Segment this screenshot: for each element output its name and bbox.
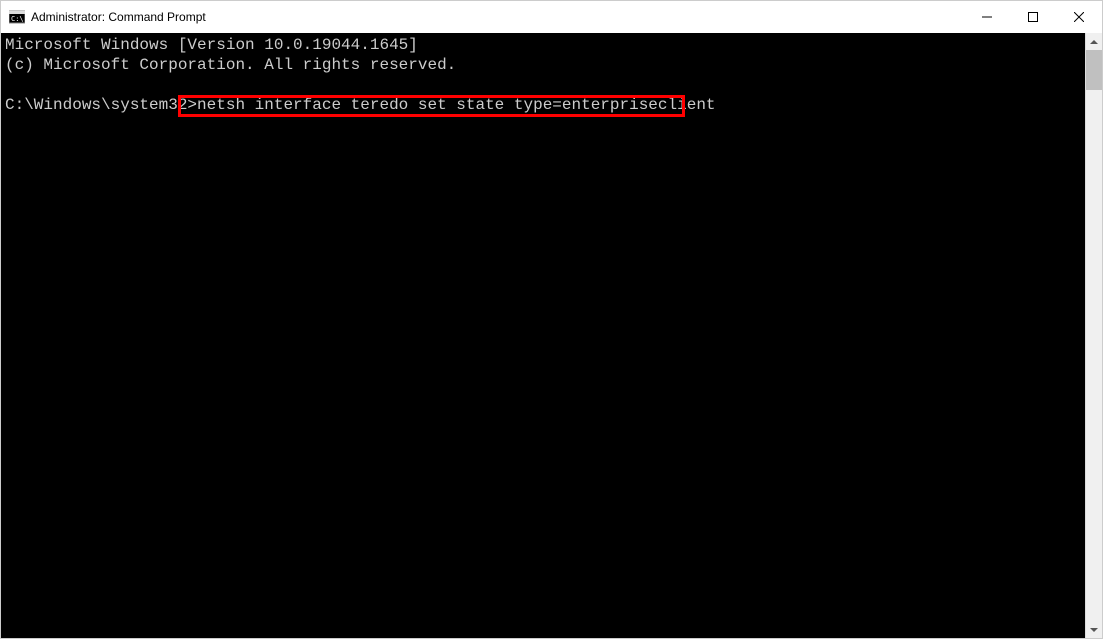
close-button[interactable] <box>1056 1 1102 33</box>
terminal-area: Microsoft Windows [Version 10.0.19044.16… <box>1 33 1102 638</box>
minimize-button[interactable] <box>964 1 1010 33</box>
maximize-button[interactable] <box>1010 1 1056 33</box>
svg-text:C:\: C:\ <box>11 15 24 23</box>
terminal-line-copyright: (c) Microsoft Corporation. All rights re… <box>5 56 456 74</box>
terminal-line-version: Microsoft Windows [Version 10.0.19044.16… <box>5 36 418 54</box>
scroll-down-arrow-icon[interactable] <box>1086 621 1102 638</box>
window-controls <box>964 1 1102 33</box>
cmd-icon: C:\ <box>9 9 25 25</box>
terminal[interactable]: Microsoft Windows [Version 10.0.19044.16… <box>1 33 1085 638</box>
scroll-thumb[interactable] <box>1086 50 1102 90</box>
terminal-command: netsh interface teredo set state type=en… <box>197 96 715 114</box>
vertical-scrollbar[interactable] <box>1085 33 1102 638</box>
title-bar: C:\ Administrator: Command Prompt <box>1 1 1102 33</box>
scroll-up-arrow-icon[interactable] <box>1086 33 1102 50</box>
terminal-prompt: C:\Windows\system32> <box>5 96 197 114</box>
window-title: Administrator: Command Prompt <box>31 10 964 24</box>
